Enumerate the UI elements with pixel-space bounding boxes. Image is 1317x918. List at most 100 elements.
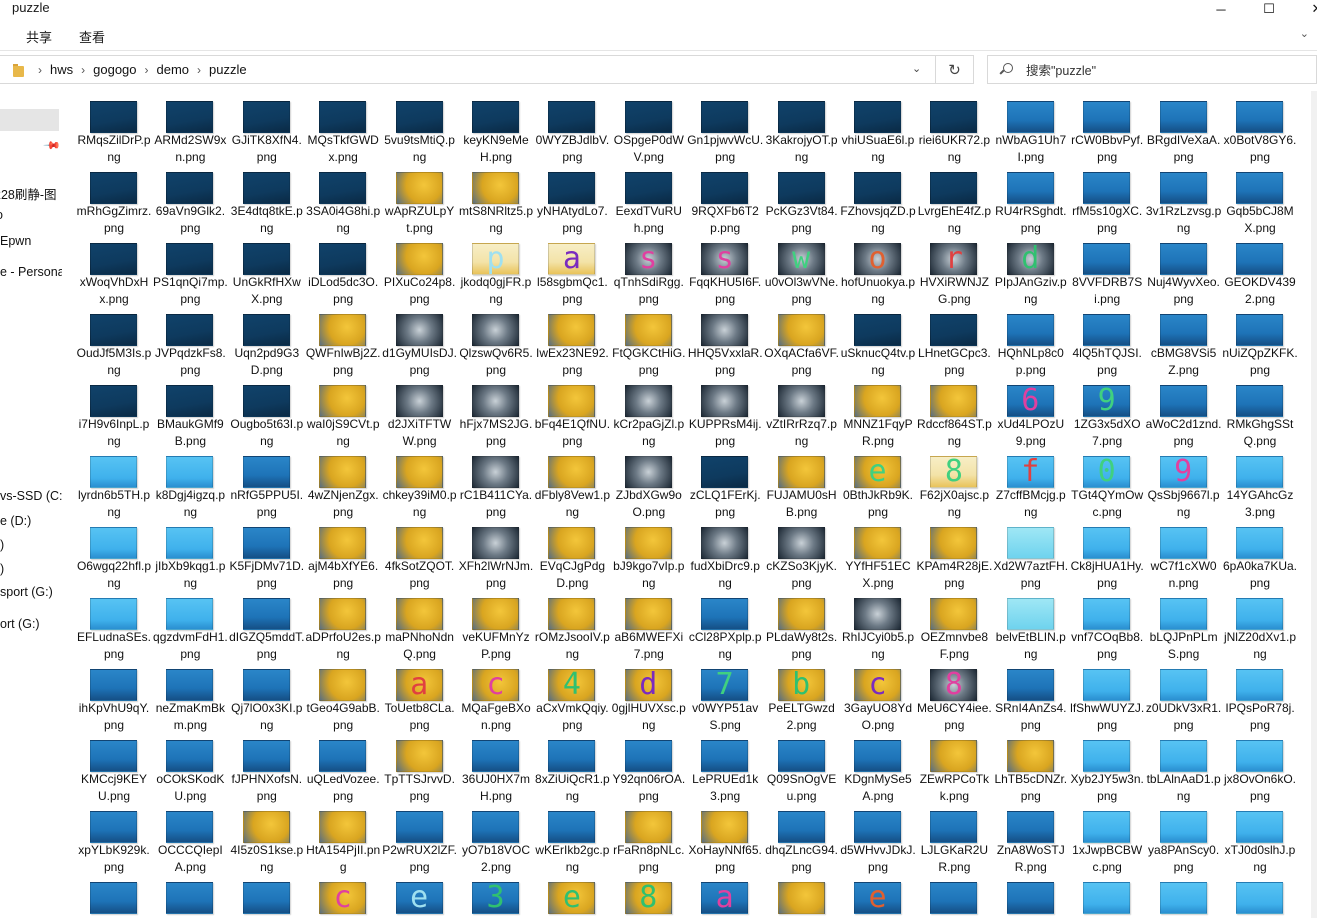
file-item[interactable]: Uqn2pd9G3D.png — [229, 308, 305, 379]
file-item[interactable]: vnf7COqBb8.png — [1069, 592, 1145, 663]
file-item[interactable]: waI0jS9CVt.png — [305, 379, 381, 450]
file-item[interactable]: dhqZLncG94.png — [764, 805, 840, 876]
file-item[interactable]: a l58sgbmQc1.png — [534, 237, 610, 308]
file-item[interactable]: KUPPRsM4ij.png — [687, 379, 763, 450]
file-item[interactable]: fJPHNXofsN.png — [229, 734, 305, 805]
file-item[interactable]: Y92qn06rOA.png — [611, 734, 687, 805]
file-item[interactable]: hFjx7MS2JG.png — [458, 379, 534, 450]
file-item[interactable]: 8 — [611, 876, 687, 918]
breadcrumb-puzzle[interactable]: puzzle — [209, 62, 247, 77]
file-item[interactable]: maPNhoNdnQ.png — [382, 592, 458, 663]
file-item[interactable]: 4I5z0S1kse.png — [229, 805, 305, 876]
file-item[interactable]: d PIpJAnGziv.png — [993, 237, 1069, 308]
file-item[interactable]: UnGkRfHXwX.png — [229, 237, 305, 308]
file-item[interactable]: e — [534, 876, 610, 918]
file-item[interactable]: e 0BthJkRb9K.png — [840, 450, 916, 521]
file-item[interactable]: JVPqdzkFs8.png — [152, 308, 228, 379]
scrollbar[interactable] — [1311, 91, 1317, 918]
file-item[interactable]: rOMzJsooIV.png — [534, 592, 610, 663]
file-item[interactable]: 0 TGt4QYmOwc.png — [1069, 450, 1145, 521]
file-item[interactable]: Gn1pjwvWcU.png — [687, 95, 763, 166]
file-item[interactable]: FtQGKCtHiG.png — [611, 308, 687, 379]
file-item[interactable]: o hofUnuokya.png — [840, 237, 916, 308]
breadcrumb-separator[interactable]: › — [38, 63, 42, 77]
file-item[interactable]: a — [687, 876, 763, 918]
file-item[interactable]: rCW0BbvPyf.png — [1069, 95, 1145, 166]
file-item[interactable]: PcKGz3Vt84.png — [764, 166, 840, 237]
file-item[interactable]: z0UDkV3xR1.png — [1146, 663, 1222, 734]
file-item[interactable]: aWoC2d1znd.png — [1146, 379, 1222, 450]
breadcrumb-hws[interactable]: hws — [50, 62, 73, 77]
nav-item[interactable]: o — [0, 208, 3, 222]
search-box[interactable] — [987, 55, 1317, 85]
file-item[interactable]: LHnetGCpc3.png — [916, 308, 992, 379]
file-item[interactable]: 6pA0ka7KUa.png — [1222, 521, 1298, 592]
file-item[interactable]: jIbXb9kqg1.png — [152, 521, 228, 592]
file-item[interactable]: 5vu9tsMtiQ.png — [382, 95, 458, 166]
file-item[interactable]: OSpgeP0dWV.png — [611, 95, 687, 166]
file-item[interactable]: OudJf5M3Is.png — [76, 308, 152, 379]
file-item[interactable]: Ck8jHUA1Hy.png — [1069, 521, 1145, 592]
file-item[interactable]: PIXuCo24p8.png — [382, 237, 458, 308]
file-item[interactable]: w u0vOl3wVNe.png — [764, 237, 840, 308]
file-item[interactable]: jNlZ20dXv1.png — [1222, 592, 1298, 663]
file-item[interactable]: e — [382, 876, 458, 918]
file-item[interactable]: b PeELTGwzd2.png — [764, 663, 840, 734]
file-item[interactable]: nWbAG1Uh7I.png — [993, 95, 1069, 166]
file-item[interactable]: GJiTK8XfN4.png — [229, 95, 305, 166]
file-item[interactable]: bFq4E1QfNU.png — [534, 379, 610, 450]
file-item[interactable]: LJLGKaR2UR.png — [916, 805, 992, 876]
file-item[interactable]: wKErIkb2gc.png — [534, 805, 610, 876]
breadcrumb-separator[interactable]: › — [145, 63, 149, 77]
file-item[interactable]: vZtIRrRzq7.png — [764, 379, 840, 450]
file-item[interactable]: belvEtBLIN.png — [993, 592, 1069, 663]
file-item[interactable]: ZnA8WoSTJR.png — [993, 805, 1069, 876]
file-item[interactable]: LhTB5cDNZr.png — [993, 734, 1069, 805]
file-item[interactable]: K5FjDMv71D.png — [229, 521, 305, 592]
file-item[interactable]: cBMG8VSi5Z.png — [1146, 308, 1222, 379]
file-item[interactable]: e — [840, 876, 916, 918]
file-item[interactable] — [229, 876, 305, 918]
file-item[interactable]: d1GyMUIsDJ.png — [382, 308, 458, 379]
file-item[interactable]: uSknucQ4tv.png — [840, 308, 916, 379]
file-item[interactable]: RU4rRSghdt.png — [993, 166, 1069, 237]
file-item[interactable]: bLQJPnPLmS.png — [1146, 592, 1222, 663]
file-item[interactable]: xWoqVhDxHx.png — [76, 237, 152, 308]
file-item[interactable]: FZhovsjqZD.png — [840, 166, 916, 237]
file-item[interactable]: 8 MeU6CY4iee.png — [916, 663, 992, 734]
file-item[interactable]: MQsTkfGWDx.png — [305, 95, 381, 166]
file-item[interactable]: EexdTVuRUh.png — [611, 166, 687, 237]
file-item[interactable] — [916, 876, 992, 918]
file-item[interactable]: rC1B411CYa.png — [458, 450, 534, 521]
file-item[interactable]: TpTTSJrvvD.png — [382, 734, 458, 805]
file-item[interactable] — [1069, 876, 1145, 918]
file-item[interactable]: ZEwRPCoTkk.png — [916, 734, 992, 805]
file-item[interactable]: 8 F62jX0ajsc.png — [916, 450, 992, 521]
nav-selected-item[interactable] — [0, 109, 59, 131]
file-item[interactable]: cKZSo3KjyK.png — [764, 521, 840, 592]
file-item[interactable]: 36UJ0HX7mH.png — [458, 734, 534, 805]
file-item[interactable] — [1146, 876, 1222, 918]
file-item[interactable]: bJ9kgo7vIp.png — [611, 521, 687, 592]
file-item[interactable]: Q09SnOgVEu.png — [764, 734, 840, 805]
file-item[interactable]: ya8PAnScy0.png — [1146, 805, 1222, 876]
file-item[interactable]: dFbly8Vew1.png — [534, 450, 610, 521]
file-item[interactable]: 3v1RzLzvsg.png — [1146, 166, 1222, 237]
file-item[interactable]: 3 — [458, 876, 534, 918]
file-item[interactable]: Xd2W7aztFH.png — [993, 521, 1069, 592]
file-item[interactable]: vhiUSuaE6l.png — [840, 95, 916, 166]
file-item[interactable]: tbLAlnAaD1.png — [1146, 734, 1222, 805]
file-item[interactable]: KPAm4R28jE.png — [916, 521, 992, 592]
file-item[interactable]: 8VVFDRB7Si.png — [1069, 237, 1145, 308]
file-item[interactable]: KDgnMySe5A.png — [840, 734, 916, 805]
pin-icon[interactable]: 📌 — [42, 136, 61, 155]
file-item[interactable]: MNNZ1FqyPR.png — [840, 379, 916, 450]
file-item[interactable]: d 0gjlHUVXsc.png — [611, 663, 687, 734]
nav-item[interactable]: 228刷静-图 — [0, 184, 57, 203]
file-item[interactable]: 14YGAhcGz3.png — [1222, 450, 1298, 521]
file-item[interactable]: lyrdn6b5TH.png — [76, 450, 152, 521]
file-item[interactable]: RMqsZilDrP.png — [76, 95, 152, 166]
file-item[interactable]: aB6MWEFXi7.png — [611, 592, 687, 663]
file-item[interactable]: OXqACfa6VF.png — [764, 308, 840, 379]
close-button[interactable]: ✕ — [1294, 0, 1317, 18]
